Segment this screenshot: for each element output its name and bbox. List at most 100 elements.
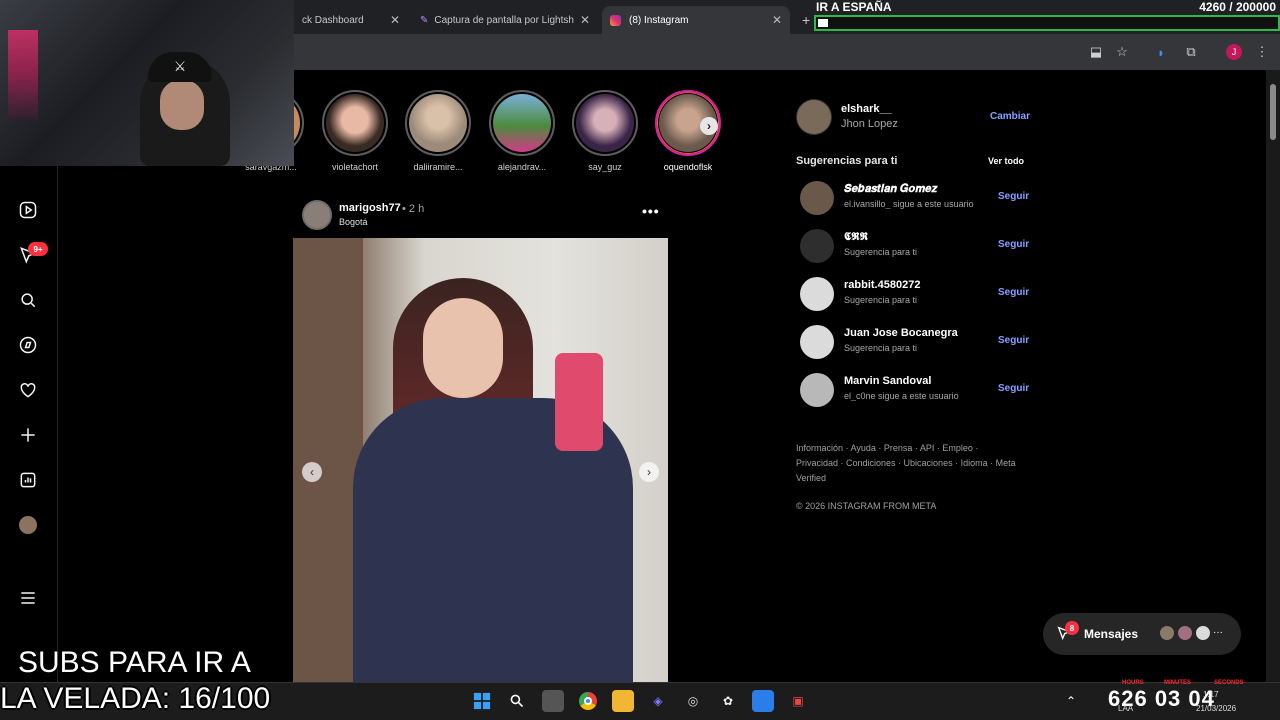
my-fullname: Jhon Lopez: [841, 118, 898, 130]
search-icon[interactable]: [506, 690, 528, 712]
story-item[interactable]: daliiramire...: [403, 90, 473, 172]
scrollbar-thumb[interactable]: [1270, 84, 1276, 140]
story-name: say_guz: [588, 162, 622, 172]
post-username[interactable]: marigosh77: [339, 202, 401, 214]
close-icon[interactable]: ✕: [772, 13, 782, 27]
avatar: [1158, 624, 1176, 642]
menu-kebab-icon[interactable]: ⋮: [1252, 42, 1272, 62]
post-time: • 2 h: [402, 203, 425, 215]
more-icon: ···: [1213, 627, 1223, 638]
chevron-right-icon[interactable]: ›: [700, 117, 718, 135]
goal-title: IR A ESPAÑA: [816, 0, 892, 14]
more-options-icon[interactable]: •••: [642, 203, 660, 219]
post-image[interactable]: [293, 238, 668, 682]
tab-dashboard[interactable]: ck Dashboard ✕: [294, 6, 408, 34]
tab-lightshot[interactable]: ✎ Captura de pantalla por Lightsh ✕: [412, 6, 598, 34]
suggestion-row: Marvin Sandoval el_c0ne sigue a este usu…: [800, 371, 1030, 411]
suggestions-title: Sugerencias para ti: [796, 155, 898, 167]
copyright: © 2026 INSTAGRAM FROM META: [796, 501, 937, 511]
puzzle-icon[interactable]: ⧉: [1181, 42, 1201, 62]
suggestion-row: 𝕮𝕽𝕽 Sugerencia para ti Seguir: [800, 227, 1030, 267]
footer-links[interactable]: Información · Ayuda · Prensa · API · Emp…: [796, 441, 1016, 486]
explore-icon[interactable]: [14, 331, 42, 359]
suggestion-username[interactable]: Juan Jose Bocanegra: [844, 327, 958, 339]
avatar[interactable]: [800, 277, 834, 311]
install-icon[interactable]: ⬓: [1086, 42, 1106, 62]
close-icon[interactable]: ✕: [580, 13, 590, 27]
bookmark-star-icon[interactable]: ☆: [1112, 42, 1132, 62]
follow-button[interactable]: Seguir: [998, 287, 1029, 298]
my-avatar[interactable]: [796, 99, 832, 135]
suggestion-username[interactable]: Marvin Sandoval: [844, 375, 931, 387]
hamburger-menu-icon[interactable]: [14, 584, 42, 612]
search-icon[interactable]: [14, 286, 42, 314]
goal-progress-fill: [818, 19, 828, 27]
post-avatar[interactable]: [302, 200, 332, 230]
follow-button[interactable]: Seguir: [998, 335, 1029, 346]
obs-icon[interactable]: ◎: [682, 690, 704, 712]
suggestion-username[interactable]: 𝕮𝕽𝕽: [844, 231, 868, 244]
follow-button[interactable]: Seguir: [998, 191, 1029, 202]
suggestion-reason: el.ivansillo_ sigue a este usuario: [844, 199, 974, 209]
avatar: [1194, 624, 1212, 642]
follow-button[interactable]: Seguir: [998, 383, 1029, 394]
see-all-link[interactable]: Ver todo: [988, 156, 1024, 166]
suggestion-reason: Sugerencia para ti: [844, 247, 918, 257]
app-icon[interactable]: ◈: [647, 690, 669, 712]
chevron-left-icon[interactable]: ‹: [302, 462, 322, 482]
create-plus-icon[interactable]: [14, 421, 42, 449]
story-item[interactable]: violetachort: [320, 90, 390, 172]
avatar[interactable]: [800, 373, 834, 407]
story-name: daliiramire...: [413, 162, 463, 172]
switch-account-link[interactable]: Cambiar: [990, 111, 1030, 122]
avatar[interactable]: [800, 181, 834, 215]
suggestion-row: 𝑺𝒆𝒃𝒂𝒔𝒕𝒊𝒂𝒏 𝑮𝒐𝒎𝒆𝒛 el.ivansillo_ sigue a es…: [800, 179, 1030, 219]
chevron-right-icon[interactable]: ›: [639, 462, 659, 482]
my-username[interactable]: elshark__: [841, 103, 892, 115]
windows-start-icon[interactable]: [471, 690, 493, 712]
extension-wave-icon[interactable]: ◗: [1151, 42, 1171, 62]
goal-progress-bar: [814, 15, 1280, 31]
scrollbar[interactable]: [1266, 70, 1280, 682]
notification-badge: 9+: [28, 242, 48, 256]
post-location[interactable]: Bogotá: [339, 217, 368, 227]
subs-goal-line1: SUBS PARA IR A: [18, 646, 251, 679]
profile-avatar[interactable]: [14, 511, 42, 539]
new-tab-button[interactable]: +: [794, 6, 814, 34]
tab-label: (8) Instagram: [629, 14, 689, 26]
suggestion-username[interactable]: 𝑺𝒆𝒃𝒂𝒔𝒕𝒊𝒂𝒏 𝑮𝒐𝒎𝒆𝒛: [844, 183, 937, 196]
app-icon[interactable]: ▣: [787, 690, 809, 712]
suggestion-username[interactable]: rabbit.4580272: [844, 279, 920, 291]
story-item[interactable]: say_guz: [570, 90, 640, 172]
close-icon[interactable]: ✕: [390, 13, 400, 27]
instagram-icon: [610, 14, 621, 26]
chrome-icon[interactable]: [577, 690, 599, 712]
avatar[interactable]: [800, 325, 834, 359]
suggestion-row: rabbit.4580272 Sugerencia para ti Seguir: [800, 275, 1030, 315]
subs-goal-line2: LA VELADA: 16/100: [0, 682, 271, 715]
story-name: violetachort: [331, 162, 379, 172]
messages-badge: 8: [1065, 621, 1079, 635]
task-view-icon[interactable]: [542, 690, 564, 712]
app-icon[interactable]: ✿: [717, 690, 739, 712]
avatar[interactable]: [800, 229, 834, 263]
profile-avatar[interactable]: J: [1224, 42, 1244, 62]
file-explorer-icon[interactable]: [612, 690, 634, 712]
language-indicator[interactable]: LAA: [1118, 704, 1133, 713]
reels-icon[interactable]: [14, 196, 42, 224]
follow-button[interactable]: Seguir: [998, 239, 1029, 250]
goal-count: 4260 / 200000: [1199, 0, 1276, 14]
heart-icon[interactable]: [14, 376, 42, 404]
suggestion-reason: el_c0ne sigue a este usuario: [844, 391, 959, 401]
chevron-up-icon[interactable]: ⌃: [1060, 690, 1082, 712]
tab-label: Captura de pantalla por Lightsh: [434, 14, 574, 26]
story-name: alejandrav...: [497, 162, 547, 172]
counter-label: SECONDS: [1214, 680, 1244, 686]
tab-instagram[interactable]: (8) Instagram ✕: [602, 6, 790, 34]
photos-icon[interactable]: [752, 690, 774, 712]
story-item[interactable]: alejandrav...: [487, 90, 557, 172]
system-time: 1:17: [1203, 690, 1219, 699]
dashboard-chart-icon[interactable]: [14, 466, 42, 494]
avatar: [1176, 624, 1194, 642]
suggestion-reason: Sugerencia para ti: [844, 295, 918, 305]
